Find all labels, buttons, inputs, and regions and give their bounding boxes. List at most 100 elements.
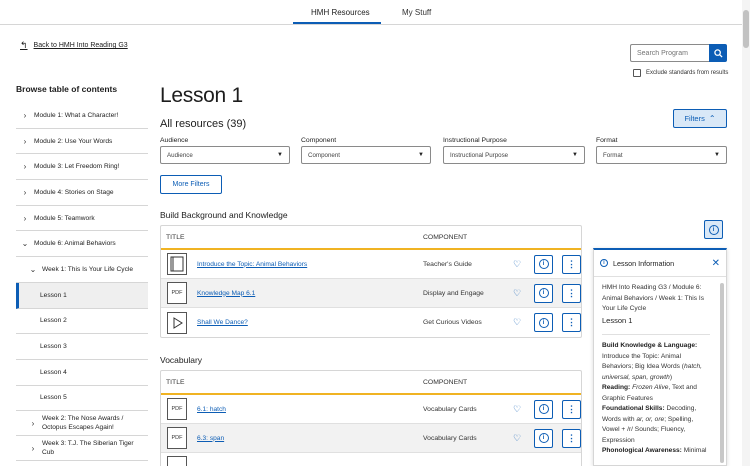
toc-title: Browse table of contents	[16, 84, 118, 94]
resource-info-button[interactable]: i	[534, 283, 553, 303]
resource-link[interactable]: Shall We Dance?	[187, 319, 423, 326]
foundational-words: ar, or, ore	[636, 415, 665, 423]
component-dropdown[interactable]: Component ▼	[301, 146, 431, 164]
toc-lesson-4[interactable]: Lesson 4	[16, 360, 148, 386]
component-label: Component	[301, 137, 337, 144]
panel-body: HMH Into Reading G3 / Module 6: Animal B…	[594, 277, 718, 457]
chevron-right-icon: ›	[23, 136, 27, 146]
resource-link[interactable]: 6.1: hatch	[187, 406, 423, 413]
play-icon	[167, 311, 187, 334]
chevron-down-icon: ⌄	[21, 239, 29, 249]
audience-dropdown[interactable]: Audience ▼	[160, 146, 290, 164]
toc-week-1[interactable]: ⌄ Week 1: This Is Your Life Cycle	[16, 257, 148, 283]
heart-outline-icon[interactable]: ♡	[509, 404, 525, 415]
back-link-label: Back to HMH Into Reading G3	[33, 42, 128, 49]
resource-info-button[interactable]: i	[534, 399, 553, 419]
toc-module-3[interactable]: › Module 3: Let Freedom Ring!	[16, 154, 148, 181]
toc-week-2[interactable]: › Week 2: The Nose Awards / Octopus Escap…	[16, 411, 148, 437]
resource-info-button[interactable]: i	[534, 313, 553, 332]
page-scrollbar-thumb[interactable]	[743, 10, 749, 48]
lesson-info-panel: i Lesson Information ✕ HMH Into Reading …	[593, 248, 727, 466]
table-row	[161, 453, 581, 466]
toc-week-3[interactable]: › Week 3: T.J. The Siberian Tiger Cub	[16, 436, 148, 462]
info-circle-icon: i	[538, 317, 549, 328]
more-filters-button[interactable]: More Filters	[160, 175, 222, 194]
toc-lesson-2[interactable]: Lesson 2	[16, 309, 148, 335]
toc-module-5[interactable]: › Module 5: Teamwork	[16, 206, 148, 232]
vertical-dots-icon: ⋮	[567, 258, 576, 269]
table-row: Introduce the Topic: Animal Behaviors Te…	[161, 250, 581, 279]
search-input[interactable]	[630, 44, 709, 62]
panel-breadcrumb: HMH Into Reading G3 / Module 6: Animal B…	[602, 284, 705, 312]
resource-more-button[interactable]: ⋮	[562, 313, 581, 332]
document-icon	[167, 456, 187, 466]
resource-component: Vocabulary Cards	[423, 405, 477, 413]
resource-link[interactable]: 6.3: span	[187, 435, 423, 442]
toc-week-label: Week 3: T.J. The Siberian Tiger Cub	[42, 440, 134, 457]
close-x-icon[interactable]: ✕	[712, 258, 720, 269]
active-tab-indicator	[293, 22, 381, 24]
column-header-component: COMPONENT	[423, 233, 468, 241]
table-row: PDF 6.3: span Vocabulary Cards ♡ i ⋮	[161, 424, 581, 453]
caret-down-icon: ▼	[572, 152, 578, 158]
table-row: PDF 6.1: hatch Vocabulary Cards ♡ i ⋮	[161, 395, 581, 424]
resource-more-button[interactable]: ⋮	[562, 254, 581, 274]
resource-info-button[interactable]: i	[534, 254, 553, 274]
resource-link[interactable]: Knowledge Map 6.1	[187, 290, 423, 297]
resource-component: Get Curious Videos	[423, 319, 482, 326]
info-circle-icon: i	[600, 259, 608, 267]
audience-label: Audience	[160, 137, 189, 144]
resource-info-button[interactable]: i	[534, 428, 553, 448]
filters-toggle-button[interactable]: Filters ⌃	[673, 109, 727, 128]
format-dropdown[interactable]: Format ▼	[596, 146, 727, 164]
tab-my-stuff[interactable]: My Stuff	[402, 8, 431, 17]
toc-lesson-label: Lesson 5	[40, 394, 67, 402]
toc-lesson-3[interactable]: Lesson 3	[16, 334, 148, 360]
resource-component: Vocabulary Cards	[423, 434, 477, 442]
heart-outline-icon[interactable]: ♡	[509, 433, 525, 444]
resource-component: Teacher's Guide	[423, 260, 472, 268]
toc-module-6[interactable]: ⌄ Module 6: Animal Behaviors	[16, 231, 148, 258]
panel-foundational-skills: Foundational Skills: Decoding, Words wit…	[602, 404, 710, 446]
toc-module-1[interactable]: › Module 1: What a Character!	[16, 103, 148, 129]
toc-lesson-5[interactable]: Lesson 5	[16, 386, 148, 412]
build-knowledge-label: Build Knowledge & Language:	[602, 342, 698, 349]
exclude-standards-checkbox[interactable]	[633, 69, 641, 77]
toc-lesson-1[interactable]: Lesson 1	[16, 282, 148, 309]
heart-outline-icon[interactable]: ♡	[509, 259, 525, 270]
resource-more-button[interactable]: ⋮	[562, 428, 581, 448]
instructional-purpose-value: Instructional Purpose	[450, 151, 509, 159]
vertical-dots-icon: ⋮	[567, 317, 576, 327]
all-resources-count: All resources (39)	[160, 118, 247, 130]
panel-lesson-name: Lesson 1	[602, 315, 633, 325]
exclude-standards-option[interactable]: Exclude standards from results	[633, 69, 728, 77]
toc-module-label: Module 4: Stories on Stage	[34, 188, 114, 196]
toc-module-label: Module 1: What a Character!	[34, 111, 119, 119]
resource-more-button[interactable]: ⋮	[562, 283, 581, 303]
toc-module-label: Module 6: Animal Behaviors	[34, 240, 116, 248]
page-scrollbar[interactable]	[742, 0, 750, 466]
toc-module-2[interactable]: › Module 2: Use Your Words	[16, 129, 148, 155]
toc-week-label: Week 1: This Is Your Life Cycle	[42, 265, 134, 273]
back-link[interactable]: ↰ Back to HMH Into Reading G3	[20, 40, 128, 51]
panel-scrollbar[interactable]	[720, 283, 724, 463]
toc-module-4[interactable]: › Module 4: Stories on Stage	[16, 180, 148, 206]
heart-outline-icon[interactable]: ♡	[509, 317, 525, 328]
search-button[interactable]	[709, 44, 727, 62]
reading-label: Reading:	[602, 384, 631, 391]
foundational-skills-label: Foundational Skills:	[602, 405, 665, 412]
instructional-purpose-dropdown[interactable]: Instructional Purpose ▼	[443, 146, 585, 164]
vertical-dots-icon: ⋮	[567, 287, 576, 298]
format-value: Format	[603, 151, 623, 159]
tab-hmh-resources[interactable]: HMH Resources	[311, 8, 370, 17]
toc-module-label: Module 5: Teamwork	[34, 214, 95, 222]
resource-link[interactable]: Introduce the Topic: Animal Behaviors	[187, 261, 423, 268]
lesson-info-toggle-button[interactable]: i	[704, 220, 723, 239]
page-title: Lesson 1	[160, 84, 243, 107]
format-label: Format	[596, 137, 618, 144]
panel-phonological: Phonological Awareness: Minimal	[602, 446, 710, 457]
heart-outline-icon[interactable]: ♡	[509, 288, 525, 299]
resource-more-button[interactable]: ⋮	[562, 399, 581, 419]
section-heading-vocabulary: Vocabulary	[160, 355, 203, 365]
section-heading-build-background: Build Background and Knowledge	[160, 210, 288, 220]
